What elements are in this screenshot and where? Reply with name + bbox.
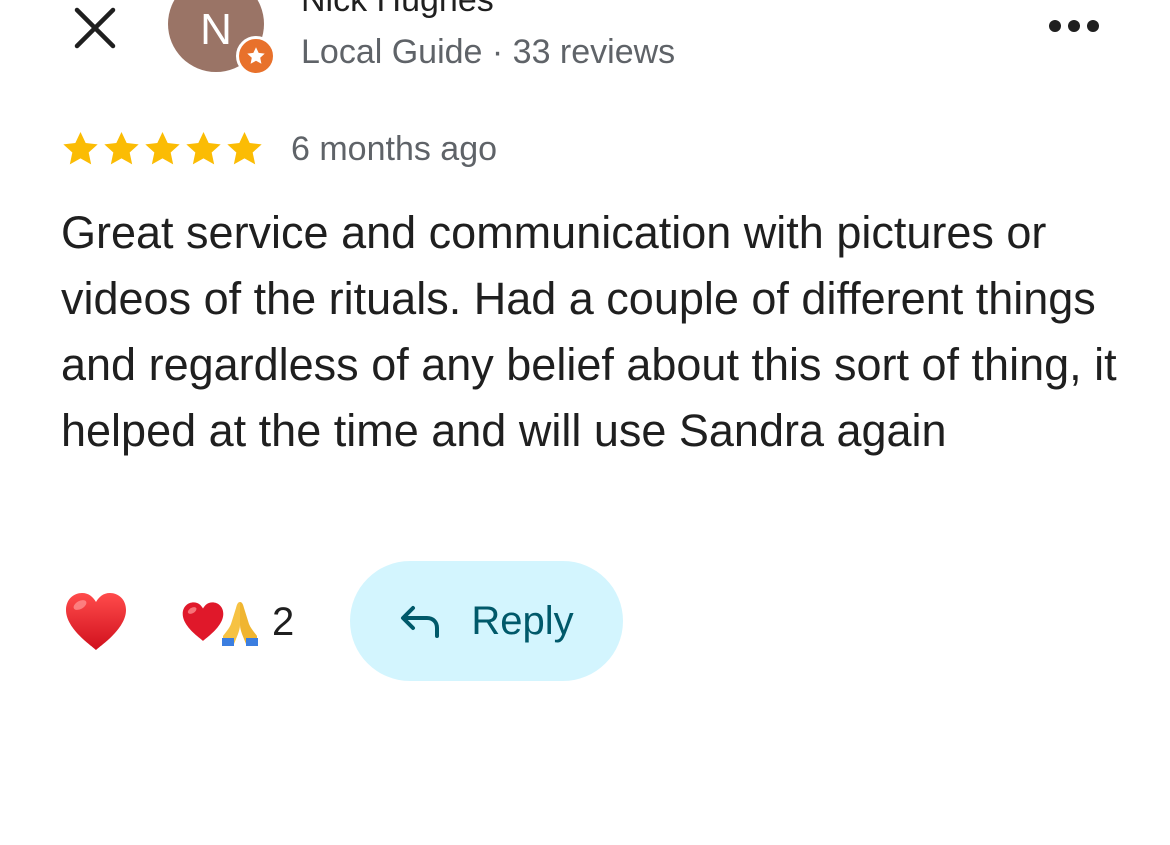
reaction-summary[interactable]: 2 [180,596,294,648]
star-icon [227,132,262,165]
author-meta: Local Guide · 33 reviews [301,33,676,71]
local-guide-star-icon [247,47,265,64]
local-guide-badge [236,36,276,76]
rating-row: 6 months ago [60,126,497,172]
star-icon [186,132,221,165]
close-icon [74,7,116,49]
react-button[interactable] [60,586,132,658]
reply-button[interactable]: Reply [350,561,623,681]
author-name[interactable]: Nick Hughes [301,0,494,18]
star-icon [145,132,180,165]
folded-hands-icon [222,602,258,646]
reply-label: Reply [471,598,574,643]
heart-icon [66,593,126,650]
reply-arrow-icon [401,606,440,638]
star-icon [104,132,139,165]
close-button[interactable] [66,2,124,54]
review-time: 6 months ago [291,129,498,168]
avatar-letter: N [200,5,232,54]
review-text: Great service and communication with pic… [61,207,1117,456]
star-rating [60,129,265,169]
more-horizontal-icon [1049,20,1099,32]
more-options-button[interactable] [1040,8,1108,44]
reaction-count: 2 [272,599,295,644]
star-icon [63,132,98,165]
